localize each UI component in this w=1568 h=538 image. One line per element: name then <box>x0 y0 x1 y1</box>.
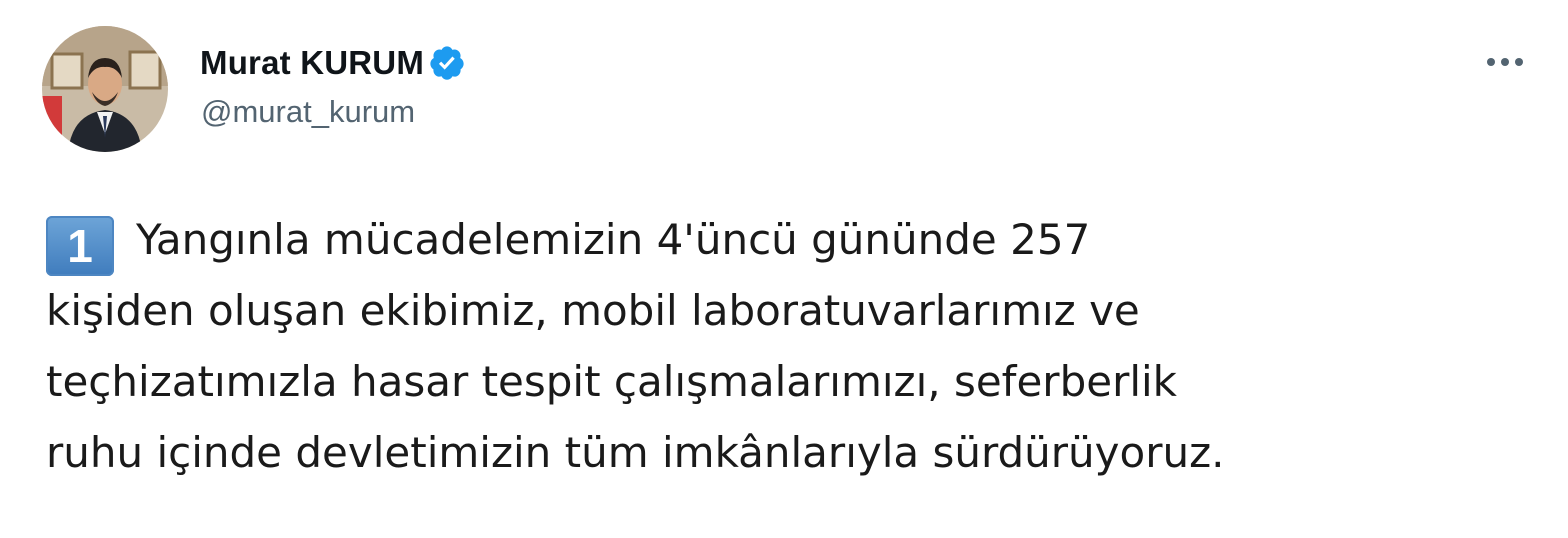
user-handle[interactable]: @murat_kurum <box>201 94 415 130</box>
avatar-photo <box>42 26 168 152</box>
more-options-icon <box>1487 58 1523 66</box>
more-options-button[interactable] <box>1480 44 1530 80</box>
tweet-text-line-1: Yangınla mücadelemizin 4'üncü gününde 25… <box>136 215 1091 264</box>
keycap-1-emoji: 1 <box>46 216 114 276</box>
tweet-text-line-2: kişiden oluşan ekibimiz, mobil laboratuv… <box>46 286 1140 335</box>
tweet-card: Murat KURUM @murat_kurum 1 Yangınla mücad… <box>0 0 1568 538</box>
tweet-text-line: 1 Yangınla mücadelemizin 4'üncü gününde 2… <box>46 204 1536 276</box>
tweet-text-line-4: ruhu içinde devletimizin tüm imkânlarıyl… <box>46 428 1225 477</box>
tweet-text: 1 Yangınla mücadelemizin 4'üncü gününde 2… <box>46 204 1536 488</box>
avatar[interactable] <box>42 26 168 152</box>
tweet-text-line-3: teçhizatımızla hasar tespit çalışmalarım… <box>46 357 1178 406</box>
display-name-row: Murat KURUM <box>200 40 466 86</box>
display-name[interactable]: Murat KURUM <box>200 44 424 82</box>
verified-badge-icon <box>428 44 466 82</box>
